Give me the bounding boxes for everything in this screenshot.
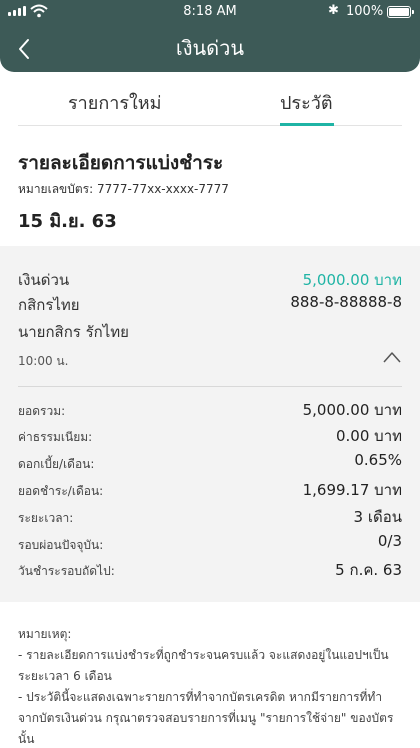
account-name: นายกสิกร รักไทย: [18, 323, 129, 341]
summary-value: 0.00 บาท: [336, 427, 402, 445]
summary-row: ค่าธรรมเนียม: 0.00 บาท: [18, 424, 402, 446]
summary-value: 3 เดือน: [353, 508, 402, 526]
tab-history[interactable]: ประวัติ: [280, 88, 333, 117]
summary-value: 5,000.00 บาท: [302, 401, 402, 419]
chevron-up-icon[interactable]: [382, 350, 402, 364]
summary-label: รอบผ่อนปัจจุบัน:: [18, 538, 104, 552]
page-title: เงินด่วน: [175, 36, 245, 60]
summary-label: ยอดรวม:: [18, 404, 66, 418]
summary-row: ดอกเบี้ย/เดือน: 0.65%: [18, 451, 402, 473]
battery-icon: [387, 6, 414, 18]
tab-new-transactions[interactable]: รายการใหม่: [68, 88, 162, 117]
summary-label: ดอกเบี้ย/เดือน:: [18, 457, 95, 471]
summary-row: รอบผ่อนปัจจุบัน: 0/3: [18, 532, 402, 554]
summary-value: 1,699.17 บาท: [302, 481, 402, 499]
transaction-time: 10:00 น.: [18, 354, 69, 368]
notes-line: - ประวัตินี้จะแสดงเฉพาะรายการที่ทำจากบัต…: [18, 690, 394, 746]
card-number: หมายเลขบัตร: 7777-77xx-xxxx-7777: [18, 182, 229, 196]
notes: หมายเหตุ: - รายละเอียดการแบ่งชำระที่ถูกช…: [18, 624, 402, 748]
summary-row: ยอดรวม: 5,000.00 บาท: [18, 398, 402, 420]
summary-label: ระยะเวลา:: [18, 511, 74, 525]
active-tab-indicator: [280, 123, 334, 126]
summary-label: ค่าธรรมเนียม:: [18, 430, 93, 444]
transaction-type: เงินด่วน: [18, 271, 70, 289]
notes-line: - รายละเอียดการแบ่งชำระที่ถูกชำระจนครบแล…: [18, 648, 389, 683]
bluetooth-icon: ✱: [328, 3, 339, 18]
bank-name: กสิกรไทย: [18, 296, 80, 314]
app-header: 8:18 AM ✱ 100% เงินด่วน: [0, 0, 420, 72]
summary-value: 0.65%: [354, 451, 402, 469]
section-title: รายละเอียดการแบ่งชำระ: [18, 152, 224, 174]
summary-row: ระยะเวลา: 3 เดือน: [18, 505, 402, 527]
battery-percentage: 100%: [346, 4, 384, 19]
transaction-detail-panel: เงินด่วน 5,000.00 บาท กสิกรไทย 888-8-888…: [0, 246, 420, 602]
summary-label: ยอดชำระ/เดือน:: [18, 484, 104, 498]
divider: [18, 386, 402, 387]
summary-value: 0/3: [377, 532, 402, 550]
summary-row: ยอดชำระ/เดือน: 1,699.17 บาท: [18, 478, 402, 500]
transaction-date: 15 มิ.ย. 63: [18, 211, 117, 232]
notes-heading: หมายเหตุ:: [18, 627, 72, 641]
account-number: 888-8-88888-8: [290, 293, 402, 311]
transaction-amount: 5,000.00 บาท: [302, 271, 402, 289]
summary-row: วันชำระรอบถัดไป: 5 ก.ค. 63: [18, 558, 402, 580]
status-bar: 8:18 AM ✱ 100%: [0, 0, 420, 24]
summary-label: วันชำระรอบถัดไป:: [18, 564, 115, 578]
summary-value: 5 ก.ค. 63: [335, 561, 402, 579]
tab-bar: รายการใหม่ ประวัติ: [18, 84, 402, 126]
